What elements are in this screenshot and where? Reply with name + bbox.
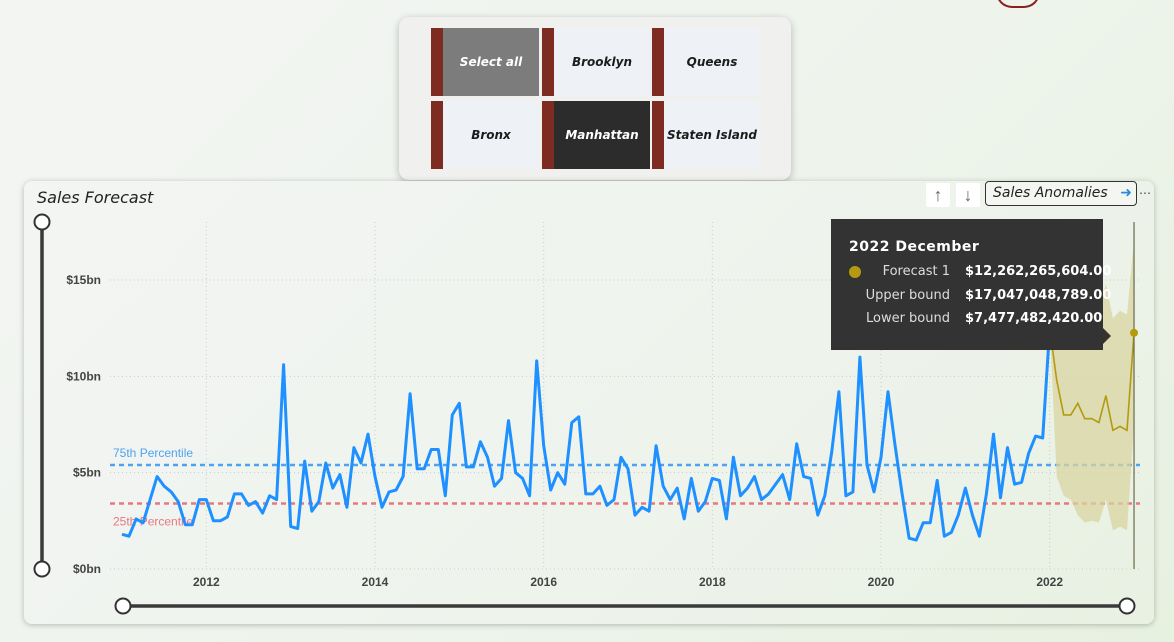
x-tick-label: 2018 (699, 575, 726, 589)
y-tick-label: $0bn (73, 562, 101, 576)
hover-tooltip: 2022 December Forecast 1 $12,262,265,604… (831, 219, 1111, 350)
y-zoom-handle-top[interactable] (33, 213, 51, 231)
y-axis: $0bn $5bn $10bn $15bn (66, 273, 101, 576)
x-tick-label: 2016 (530, 575, 557, 589)
tooltip-value-forecast: $12,262,265,604.00 (965, 264, 1112, 279)
tooltip-label-upper: Upper bound (865, 288, 950, 303)
tooltip-value-upper: $17,047,048,789.00 (965, 288, 1112, 303)
x-zoom-handle-left[interactable] (114, 597, 132, 615)
reference-line-label: 75th Percentile (113, 446, 193, 460)
hover-point (1130, 328, 1139, 337)
y-zoom-handle-bottom[interactable] (33, 560, 51, 578)
tooltip-pointer (1103, 328, 1111, 344)
x-tick-label: 2020 (868, 575, 895, 589)
x-tick-label: 2012 (193, 575, 220, 589)
x-tick-label: 2022 (1036, 575, 1063, 589)
x-zoom-handle-right[interactable] (1118, 597, 1136, 615)
tooltip-label-lower: Lower bound (865, 311, 950, 326)
y-tick-label: $10bn (66, 369, 101, 383)
tooltip-title: 2022 December (849, 239, 980, 255)
tooltip-label-forecast: Forecast 1 (882, 264, 950, 279)
y-tick-label: $5bn (73, 466, 101, 480)
forecast-legend-dot (849, 266, 861, 278)
series-line-actual (121, 328, 1052, 542)
reference-lines: 75th Percentile25th Percentile (110, 446, 1140, 528)
x-axis: 2012 2014 2016 2018 2020 2022 (193, 575, 1063, 589)
tooltip-value-lower: $7,477,482,420.00 (965, 311, 1103, 326)
x-tick-label: 2014 (362, 575, 389, 589)
y-tick-label: $15bn (66, 273, 101, 287)
